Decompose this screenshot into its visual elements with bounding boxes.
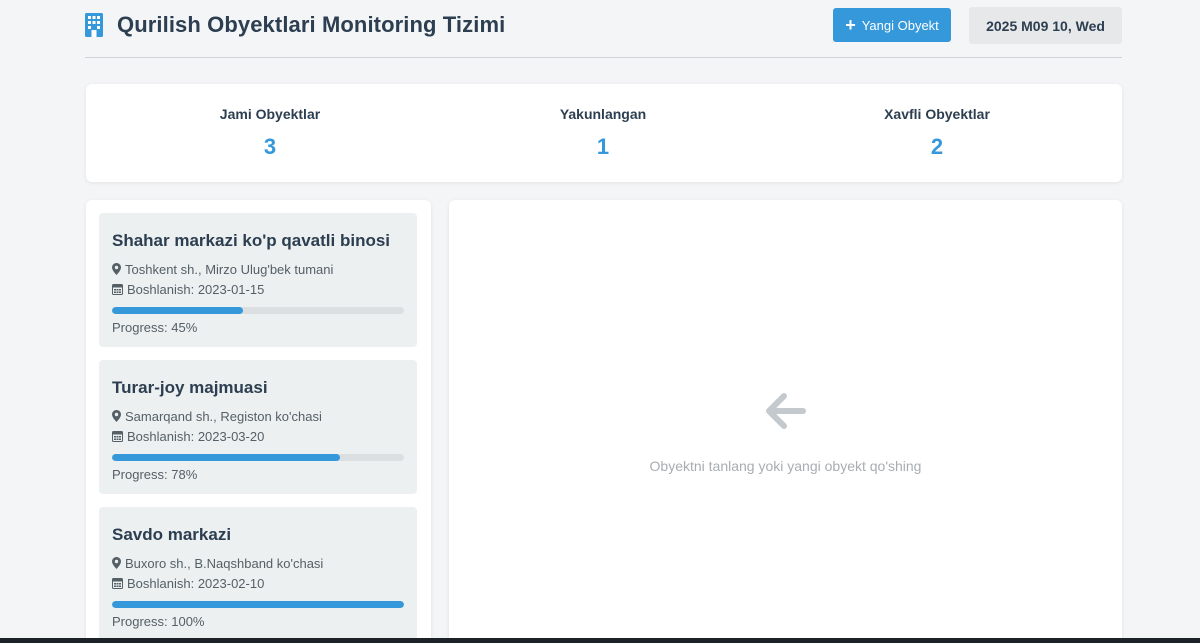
- stat-completed: Yakunlangan 1: [493, 106, 713, 160]
- stat-value: 3: [263, 134, 277, 159]
- detail-panel: Obyektni tanlang yoki yangi obyekt qo'sh…: [449, 200, 1122, 643]
- progress-text: Progress: 100%: [112, 614, 205, 629]
- progress-text: Progress: 78%: [112, 467, 198, 482]
- map-marker-icon: [112, 557, 121, 569]
- progress-bar: [112, 454, 404, 461]
- object-start: Boshlanish: 2023-03-20: [112, 428, 404, 444]
- progress-fill: [112, 601, 404, 608]
- header: Qurilish Obyektlari Monitoring Tizimi + …: [85, 0, 1122, 58]
- new-object-label: Yangi Obyekt: [861, 17, 939, 33]
- stats-panel: Jami Obyektlar 3 Yakunlangan 1 Xavfli Ob…: [86, 84, 1122, 182]
- location-text: Buxoro sh., B.Naqshband ko'chasi: [125, 555, 324, 571]
- progress-fill: [112, 454, 340, 461]
- arrow-left-icon: [766, 393, 806, 429]
- progress-bar: [112, 307, 404, 314]
- object-name: Savdo markazi: [112, 525, 232, 544]
- object-name: Shahar markazi ko'p qavatli binosi: [112, 231, 391, 250]
- object-location: Toshkent sh., Mirzo Ulug'bek tumani: [112, 261, 404, 277]
- new-object-button[interactable]: + Yangi Obyekt: [833, 8, 951, 42]
- object-location: Buxoro sh., B.Naqshband ko'chasi: [112, 555, 404, 571]
- object-start: Boshlanish: 2023-02-10: [112, 575, 404, 591]
- stat-dangerous: Xavfli Obyektlar 2: [827, 106, 1047, 160]
- start-date: Boshlanish: 2023-02-10: [127, 575, 265, 591]
- empty-state-text: Obyektni tanlang yoki yangi obyekt qo'sh…: [649, 458, 922, 474]
- object-location: Samarqand sh., Registon ko'chasi: [112, 408, 404, 424]
- progress-bar: [112, 601, 404, 608]
- object-start: Boshlanish: 2023-01-15: [112, 281, 404, 297]
- building-icon: [85, 13, 103, 37]
- title-wrap: Qurilish Obyektlari Monitoring Tizimi: [85, 12, 505, 38]
- object-list: Shahar markazi ko'p qavatli binosi Toshk…: [86, 200, 431, 643]
- object-name: Turar-joy majmuasi: [112, 378, 268, 397]
- stat-label: Yakunlangan: [559, 106, 647, 122]
- stat-label: Jami Obyektlar: [219, 106, 321, 122]
- stat-value: 2: [930, 134, 944, 159]
- stat-value: 1: [596, 134, 610, 159]
- taskbar-strip: [0, 638, 1200, 643]
- calendar-icon: [112, 431, 123, 442]
- object-card[interactable]: Turar-joy majmuasi Samarqand sh., Regist…: [99, 360, 417, 494]
- map-marker-icon: [112, 263, 121, 275]
- progress-text: Progress: 45%: [112, 320, 198, 335]
- location-text: Samarqand sh., Registon ko'chasi: [125, 408, 322, 424]
- object-card[interactable]: Shahar markazi ko'p qavatli binosi Toshk…: [99, 213, 417, 347]
- calendar-icon: [112, 578, 123, 589]
- stat-total: Jami Obyektlar 3: [160, 106, 380, 160]
- map-marker-icon: [112, 410, 121, 422]
- object-card[interactable]: Savdo markazi Buxoro sh., B.Naqshband ko…: [99, 507, 417, 641]
- page-title: Qurilish Obyektlari Monitoring Tizimi: [117, 12, 506, 37]
- location-text: Toshkent sh., Mirzo Ulug'bek tumani: [125, 261, 334, 277]
- progress-fill: [112, 307, 244, 314]
- start-date: Boshlanish: 2023-03-20: [127, 428, 265, 444]
- start-date: Boshlanish: 2023-01-15: [127, 281, 265, 297]
- plus-icon: +: [845, 15, 856, 35]
- stat-label: Xavfli Obyektlar: [884, 106, 990, 122]
- calendar-icon: [112, 284, 123, 295]
- date-display: 2025 M09 10, Wed: [969, 7, 1122, 44]
